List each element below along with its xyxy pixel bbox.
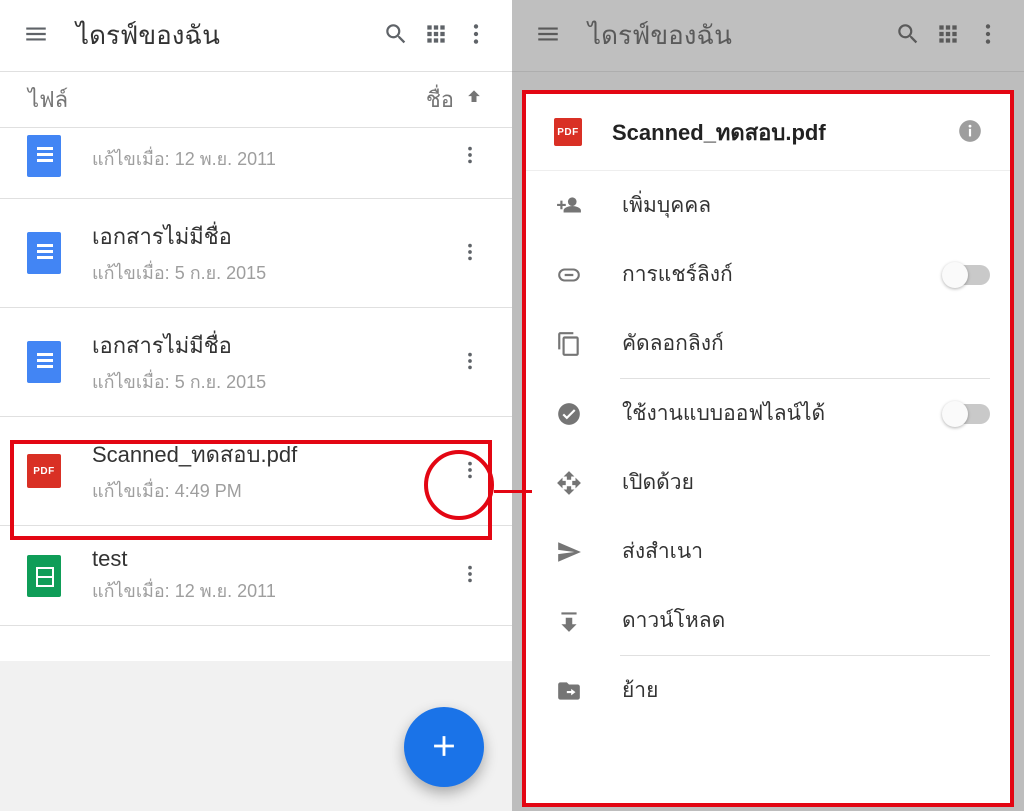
more-vert-icon (975, 21, 1001, 50)
tab-files[interactable]: ไฟล์ (28, 82, 68, 117)
menu-link-sharing[interactable]: การแชร์ลิงก์ (522, 240, 1014, 309)
sort-button[interactable]: ชื่อ (426, 82, 484, 117)
link-icon (554, 260, 584, 290)
grid-icon (423, 21, 449, 50)
download-icon (554, 606, 584, 636)
menu-label: ย้าย (622, 674, 990, 707)
sheet-title: Scanned_ทดสอบ.pdf (612, 115, 950, 150)
search-button[interactable] (888, 16, 928, 56)
appbar-right: ไดรฟ์ของฉัน (512, 0, 1024, 72)
list-item[interactable]: PDF Scanned_ทดสอบ.pdf แก้ไขเมื่อ: 4:49 P… (0, 417, 512, 526)
item-overflow-button[interactable] (448, 231, 492, 275)
hamburger-icon (535, 21, 561, 50)
doc-icon (26, 138, 62, 174)
file-modified: แก้ไขเมื่อ: 12 พ.ย. 2011 (92, 144, 448, 173)
menu-send-copy[interactable]: ส่งสำเนา (522, 517, 1014, 586)
search-icon (895, 21, 921, 50)
menu-offline[interactable]: ใช้งานแบบออฟไลน์ได้ (522, 379, 1014, 448)
item-overflow-button[interactable] (448, 340, 492, 384)
arrow-up-icon (464, 87, 484, 113)
menu-button[interactable] (16, 16, 56, 56)
hamburger-icon (23, 21, 49, 50)
left-pane: ไดรฟ์ของฉัน ไฟล์ ชื่อ (0, 0, 512, 811)
offline-pin-icon (554, 399, 584, 429)
list-item[interactable]: เอกสารไม่มีชื่อ แก้ไขเมื่อ: 5 ก.ย. 2015 (0, 308, 512, 417)
file-name: Scanned_ทดสอบ.pdf (92, 437, 448, 472)
file-modified: แก้ไขเมื่อ: 12 พ.ย. 2011 (92, 576, 448, 605)
search-button[interactable] (376, 16, 416, 56)
offline-toggle[interactable] (944, 404, 990, 424)
link-sharing-toggle[interactable] (944, 265, 990, 285)
search-icon (383, 21, 409, 50)
plus-icon (427, 729, 461, 766)
page-title: ไดรฟ์ของฉัน (76, 15, 376, 56)
more-options-button[interactable] (968, 16, 1008, 56)
pdf-icon: PDF (554, 118, 582, 146)
pdf-icon: PDF (26, 453, 62, 489)
view-toggle-button[interactable] (416, 16, 456, 56)
menu-download[interactable]: ดาวน์โหลด (522, 586, 1014, 655)
right-pane: ไดรฟ์ของฉัน PDF Scanned_ทดสอบ.pdf เพิ่มบ… (512, 0, 1024, 811)
fab-add-button[interactable] (404, 707, 484, 787)
more-options-button[interactable] (456, 16, 496, 56)
menu-label: ใช้งานแบบออฟไลน์ได้ (622, 397, 944, 430)
copy-icon (554, 329, 584, 359)
doc-icon (26, 235, 62, 271)
appbar-left: ไดรฟ์ของฉัน (0, 0, 512, 72)
list-header: ไฟล์ ชื่อ (0, 72, 512, 128)
file-list: แก้ไขเมื่อ: 12 พ.ย. 2011 เอกสารไม่มีชื่อ… (0, 128, 512, 626)
more-vert-icon (459, 459, 481, 484)
grid-icon (935, 21, 961, 50)
menu-label: คัดลอกลิงก์ (622, 327, 990, 360)
list-item[interactable]: เอกสารไม่มีชื่อ แก้ไขเมื่อ: 5 ก.ย. 2015 (0, 199, 512, 308)
menu-label: การแชร์ลิงก์ (622, 258, 944, 291)
more-vert-icon (459, 144, 481, 169)
doc-icon (26, 344, 62, 380)
person-add-icon (554, 191, 584, 221)
page-title: ไดรฟ์ของฉัน (588, 15, 888, 56)
menu-label: เพิ่มบุคคล (622, 189, 990, 222)
item-overflow-button[interactable] (448, 449, 492, 493)
more-vert-icon (459, 563, 481, 588)
open-with-icon (554, 468, 584, 498)
menu-label: ดาวน์โหลด (622, 604, 990, 637)
share-icon (554, 537, 584, 567)
menu-button[interactable] (528, 16, 568, 56)
menu-label: ส่งสำเนา (622, 535, 990, 568)
sort-label: ชื่อ (426, 82, 454, 117)
sheet-header: PDF Scanned_ทดสอบ.pdf (522, 90, 1014, 171)
file-modified: แก้ไขเมื่อ: 5 ก.ย. 2015 (92, 258, 448, 287)
file-name: test (92, 546, 448, 572)
menu-label: เปิดด้วย (622, 466, 990, 499)
sheet-list: เพิ่มบุคคล การแชร์ลิงก์ คัดลอกลิงก์ ใช้ง… (522, 171, 1014, 725)
info-icon (957, 118, 983, 147)
file-modified: แก้ไขเมื่อ: 4:49 PM (92, 476, 448, 505)
menu-copy-link[interactable]: คัดลอกลิงก์ (522, 309, 1014, 378)
folder-move-icon (554, 676, 584, 706)
menu-move[interactable]: ย้าย (522, 656, 1014, 725)
menu-open-with[interactable]: เปิดด้วย (522, 448, 1014, 517)
file-name: เอกสารไม่มีชื่อ (92, 219, 448, 254)
file-modified: แก้ไขเมื่อ: 5 ก.ย. 2015 (92, 367, 448, 396)
more-vert-icon (463, 21, 489, 50)
more-vert-icon (459, 350, 481, 375)
bottom-sheet: PDF Scanned_ทดสอบ.pdf เพิ่มบุคคล การแชร์… (522, 90, 1014, 807)
info-button[interactable] (950, 112, 990, 152)
item-overflow-button[interactable] (448, 554, 492, 598)
item-overflow-button[interactable] (448, 134, 492, 178)
menu-add-people[interactable]: เพิ่มบุคคล (522, 171, 1014, 240)
more-vert-icon (459, 241, 481, 266)
view-toggle-button[interactable] (928, 16, 968, 56)
file-name: เอกสารไม่มีชื่อ (92, 328, 448, 363)
list-item[interactable]: test แก้ไขเมื่อ: 12 พ.ย. 2011 (0, 526, 512, 626)
list-item[interactable]: แก้ไขเมื่อ: 12 พ.ย. 2011 (0, 128, 512, 199)
sheet-icon (26, 558, 62, 594)
